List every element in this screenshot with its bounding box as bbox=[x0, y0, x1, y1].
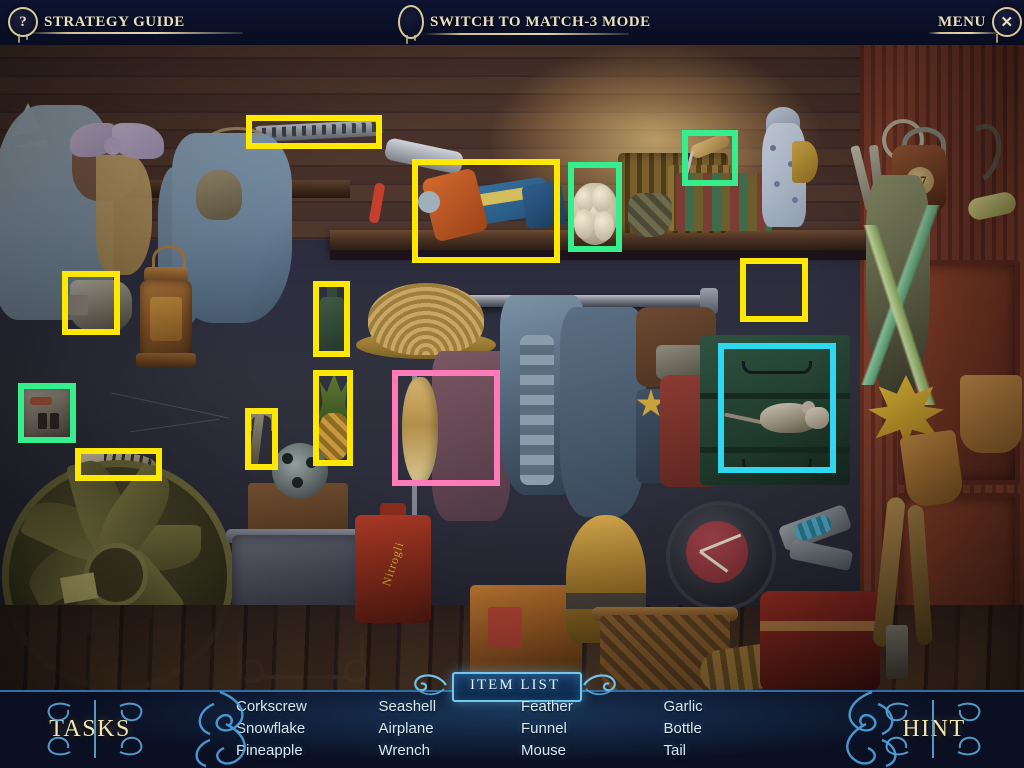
item-list-entry[interactable]: Funnel bbox=[521, 720, 654, 742]
strategy-guide-label: STRATEGY GUIDE bbox=[44, 13, 185, 30]
drip bbox=[406, 35, 408, 44]
highlight-garlic[interactable] bbox=[568, 162, 622, 252]
tasks-button[interactable]: TASKS bbox=[0, 690, 180, 768]
pale-ribbon bbox=[856, 225, 946, 405]
item-list-entry[interactable]: Mouse bbox=[521, 742, 654, 764]
grenade-prop bbox=[628, 193, 672, 237]
item-list-entry[interactable]: Bottle bbox=[664, 720, 797, 742]
straw-hat bbox=[368, 283, 484, 355]
item-list-entry[interactable]: Feather bbox=[521, 698, 654, 720]
binoculars bbox=[656, 345, 704, 379]
highlight-funnel[interactable] bbox=[62, 271, 120, 335]
striped-scarf bbox=[520, 335, 554, 485]
switch-match3-label: SWITCH TO MATCH-3 MODE bbox=[430, 13, 651, 30]
menu-label: MENU bbox=[938, 13, 986, 30]
toy-horn bbox=[792, 141, 818, 183]
ribbon-bow-center bbox=[104, 137, 122, 155]
drip bbox=[18, 34, 20, 43]
brass-bell bbox=[196, 170, 242, 220]
switch-match3-underline bbox=[424, 33, 629, 35]
lantern-base bbox=[136, 353, 196, 367]
highlight-corkscrew[interactable] bbox=[682, 130, 738, 186]
banner-flourish-left bbox=[408, 671, 448, 699]
drip bbox=[996, 34, 998, 43]
barrel-band bbox=[760, 621, 880, 631]
item-list-title: ITEM LIST bbox=[469, 676, 561, 693]
strategy-guide-underline bbox=[28, 32, 243, 34]
oval-icon bbox=[398, 5, 424, 39]
highlight-mouse[interactable] bbox=[718, 343, 836, 473]
item-list-banner: ITEM LIST bbox=[390, 670, 640, 702]
right-divider-flourish bbox=[820, 690, 912, 768]
highlight-wrench-top[interactable] bbox=[246, 115, 382, 149]
clock-face bbox=[686, 521, 748, 583]
highlight-seashell[interactable] bbox=[75, 448, 162, 481]
highlight-airplane[interactable] bbox=[412, 159, 560, 263]
suitcase-label bbox=[488, 607, 522, 647]
drip bbox=[26, 34, 28, 40]
drip bbox=[414, 35, 416, 41]
banner-flourish-right bbox=[582, 671, 622, 699]
left-divider-flourish bbox=[180, 690, 272, 768]
item-list-entry[interactable]: Airplane bbox=[379, 720, 512, 742]
item-list-entry[interactable]: Seashell bbox=[379, 698, 512, 720]
hidden-object-scene[interactable]: Nitrogli 57 bbox=[0, 45, 1024, 690]
item-list-entry[interactable]: Wrench bbox=[379, 742, 512, 764]
highlight-pineapple[interactable] bbox=[313, 370, 353, 466]
top-bar: ? STRATEGY GUIDE SWITCH TO MATCH-3 MODE … bbox=[0, 0, 1024, 45]
cutting-board bbox=[960, 375, 1022, 453]
highlight-feather[interactable] bbox=[18, 383, 76, 443]
highlight-snowflake[interactable] bbox=[740, 258, 808, 322]
highlight-tail[interactable] bbox=[392, 370, 500, 486]
doll-hair bbox=[96, 155, 152, 275]
lantern-glass bbox=[150, 297, 182, 341]
menu-underline bbox=[928, 32, 998, 34]
tasks-ornament bbox=[10, 696, 180, 762]
door-hinge bbox=[886, 625, 908, 679]
cutting-board-second bbox=[899, 429, 965, 509]
red-barrel bbox=[760, 591, 880, 690]
grey-coat bbox=[560, 307, 646, 517]
item-list-entry[interactable]: Garlic bbox=[664, 698, 797, 720]
game-screen: Nitrogli 57 bbox=[0, 0, 1024, 768]
item-list-entry[interactable]: Tail bbox=[664, 742, 797, 764]
highlight-wrench-lower[interactable] bbox=[245, 408, 278, 470]
item-list: Corkscrew Seashell Feather Garlic Snowflake A… bbox=[236, 698, 796, 764]
highlight-bottle[interactable] bbox=[313, 281, 350, 357]
